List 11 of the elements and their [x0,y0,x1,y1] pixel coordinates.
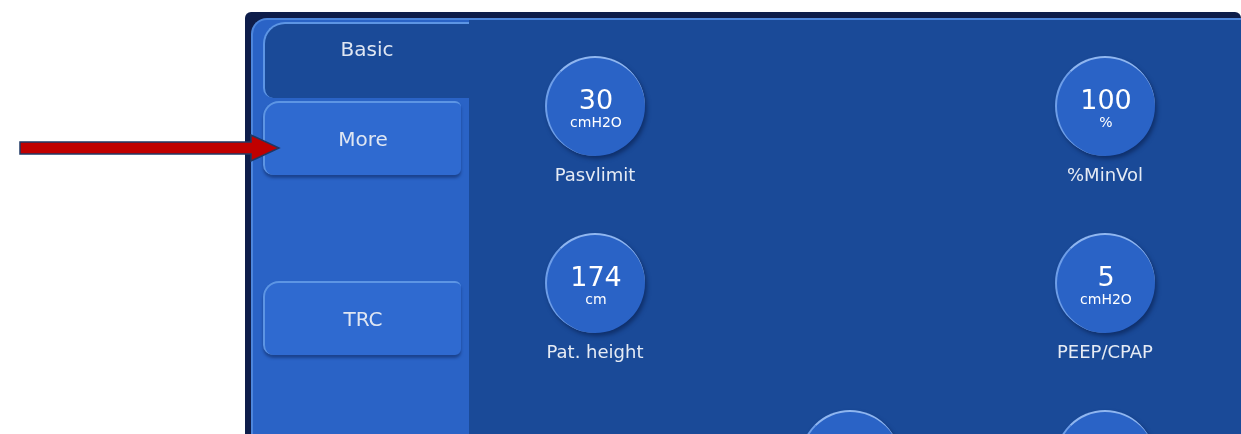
tab[interactable]: TRC [263,281,461,355]
tab[interactable]: More [263,101,461,175]
knob-button[interactable]: 30 cmH2O [545,56,645,156]
setting-label: Pat. height [546,341,644,362]
setting-label: PEEP/CPAP [1057,341,1153,362]
knob-button[interactable]: 100 % [1055,56,1155,156]
setting-label: Pasvlimit [554,164,636,185]
setting-label: %MinVol [1067,164,1143,185]
knob-button[interactable]: 5 cmH2O [1055,233,1155,333]
tab[interactable]: Basic [263,22,469,98]
knob-button[interactable]: 174 cm [545,233,645,333]
